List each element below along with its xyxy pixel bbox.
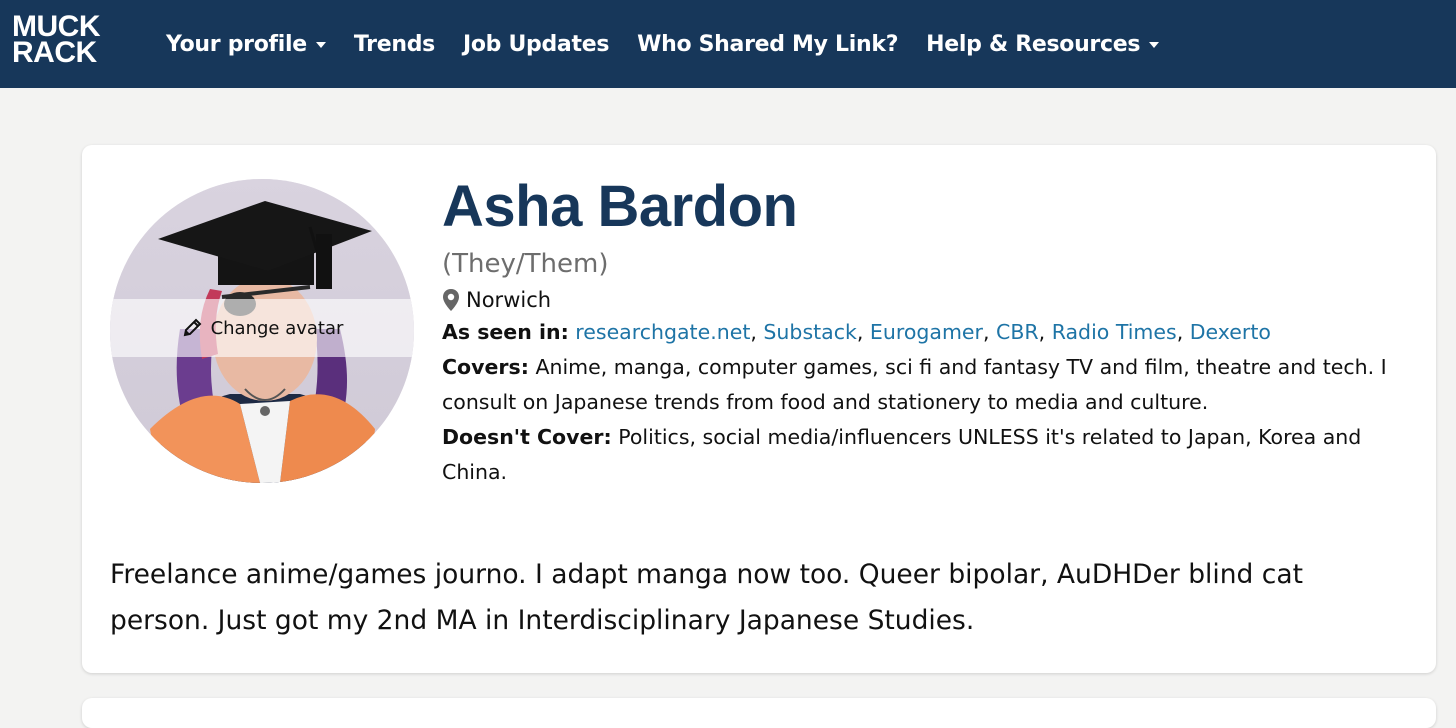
nav-who-shared-label: Who Shared My Link? — [637, 31, 899, 57]
muck-rack-logo[interactable]: MUCK RACK — [12, 12, 112, 69]
change-avatar-button[interactable]: Change avatar — [110, 299, 414, 357]
chevron-down-icon — [1149, 42, 1160, 48]
pencil-icon — [181, 317, 203, 339]
profile-name: Asha Bardon — [442, 174, 798, 239]
change-avatar-label: Change avatar — [210, 317, 344, 339]
profile-card: Change avatar Asha Bardon (They/Them) No… — [82, 145, 1436, 673]
profile-bio: Freelance anime/games journo. I adapt ma… — [110, 558, 1303, 636]
outlet-link-dexerto[interactable]: Dexerto — [1190, 320, 1271, 344]
nav-who-shared-my-link[interactable]: Who Shared My Link? — [637, 32, 898, 57]
doesnt-cover: Doesn't Cover: Politics, social media/in… — [442, 420, 1402, 490]
covers-text: Anime, manga, computer games, sci fi and… — [442, 355, 1387, 414]
as-seen-in: As seen in: researchgate.net, Substack, … — [442, 320, 1271, 344]
covers: Covers: Anime, manga, computer games, sc… — [442, 350, 1402, 420]
outlet-link-radio-times[interactable]: Radio Times — [1052, 320, 1177, 344]
location-text: Norwich — [466, 288, 552, 312]
covers-label: Covers: — [442, 355, 529, 379]
location-pin-icon — [442, 288, 460, 312]
outlet-link-researchgate[interactable]: researchgate.net — [575, 320, 750, 344]
outlet-link-eurogamer[interactable]: Eurogamer — [870, 320, 983, 344]
profile-info: Asha Bardon (They/Them) Norwich As seen … — [442, 173, 1402, 490]
nav-job-updates-label: Job Updates — [462, 31, 610, 57]
nav-trends[interactable]: Trends — [354, 32, 435, 57]
top-navigation: MUCK RACK Your profile Trends Job Update… — [0, 0, 1456, 88]
avatar[interactable]: Change avatar — [110, 179, 414, 483]
outlet-link-cbr[interactable]: CBR — [996, 320, 1039, 344]
nav-help-resources[interactable]: Help & Resources — [926, 31, 1160, 57]
profile-location: Norwich — [442, 285, 1402, 315]
nav-menu: Your profile Trends Job Updates Who Shar… — [166, 0, 1187, 88]
nav-your-profile[interactable]: Your profile — [166, 32, 326, 57]
nav-your-profile-label: Your profile — [166, 31, 307, 57]
chevron-down-icon — [315, 42, 326, 48]
nav-trends-label: Trends — [353, 31, 435, 57]
outlet-link-substack[interactable]: Substack — [763, 320, 856, 344]
profile-pronouns: (They/Them) — [442, 249, 609, 279]
next-section-card — [82, 698, 1436, 728]
nav-job-updates[interactable]: Job Updates — [463, 32, 609, 57]
nav-help-resources-label: Help & Resources — [926, 31, 1141, 57]
logo-line-2: RACK — [12, 36, 97, 69]
as-seen-in-label: As seen in: — [442, 320, 569, 344]
doesnt-cover-label: Doesn't Cover: — [442, 425, 612, 449]
